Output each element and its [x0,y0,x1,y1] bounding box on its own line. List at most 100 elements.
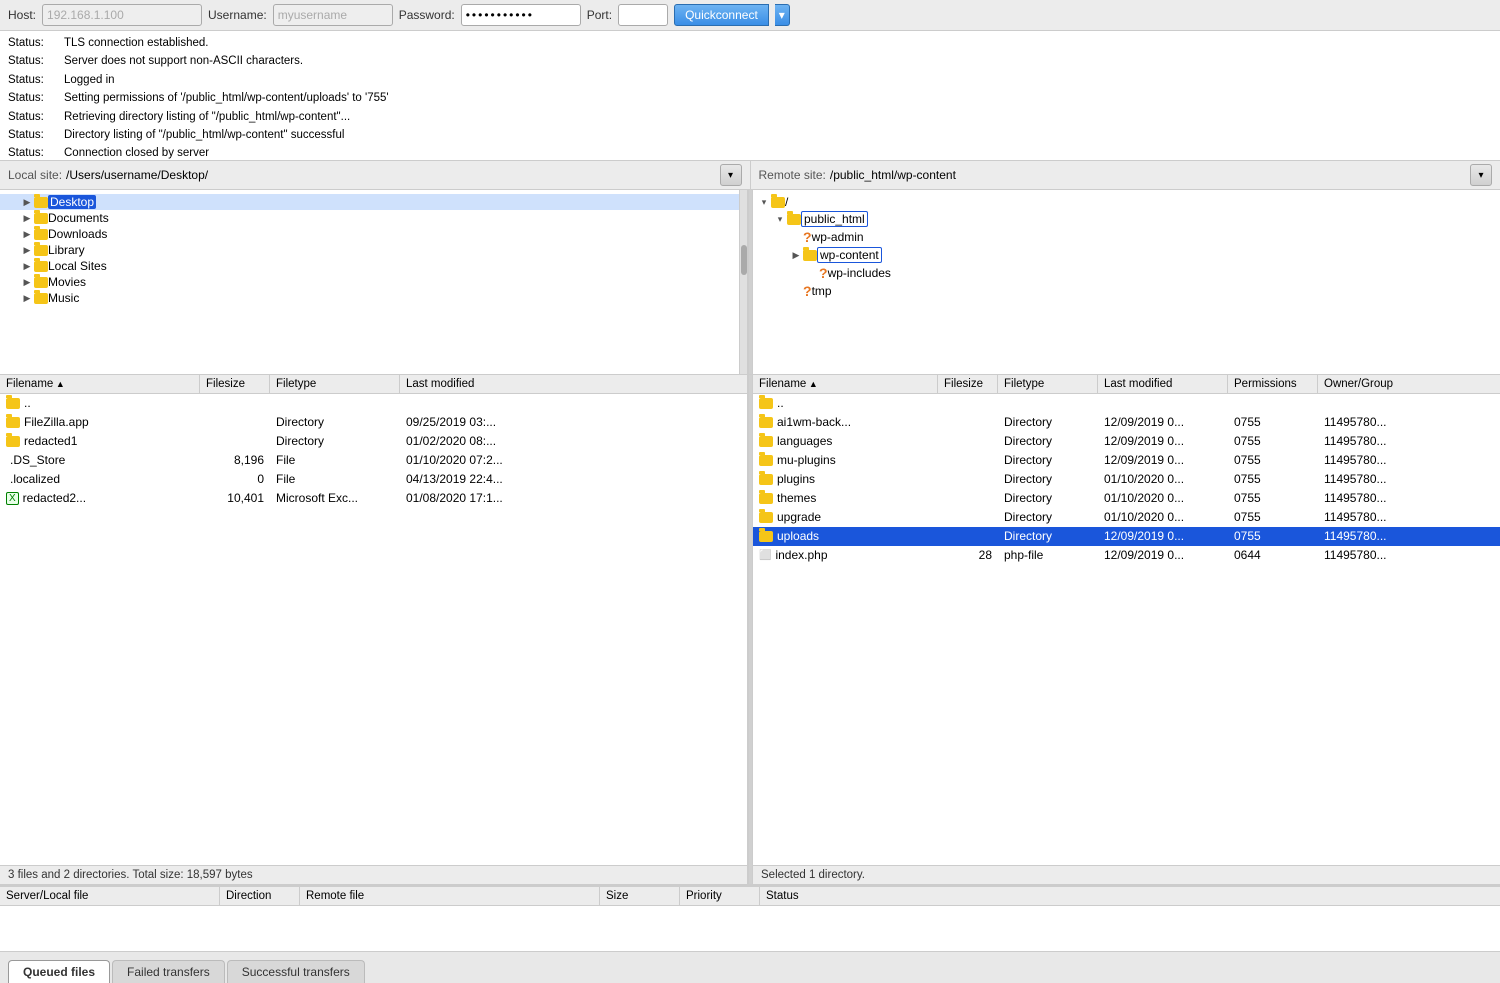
remote-filename-text: .. [777,396,784,410]
remote-tree-item[interactable]: ▾public_html [753,210,1500,228]
transfer-header-cell: Status [760,887,1500,905]
transfer-header-cell: Direction [220,887,300,905]
local-site-bar: Local site: /Users/username/Desktop/ ▾ [0,161,751,189]
local-tree-item[interactable]: ▶Downloads [0,226,747,242]
remote-file-header-cell[interactable]: Owner/Group [1318,375,1500,393]
remote-file-header-cell[interactable]: Last modified [1098,375,1228,393]
remote-tree-items: ▾/▾public_html?wp-admin▶wp-content?wp-in… [753,194,1500,300]
local-file-header-cell[interactable]: Filename [0,375,200,393]
remote-filename-text: index.php [775,548,827,562]
status-log: Status:TLS connection established.Status… [0,31,1500,161]
status-value: Setting permissions of '/public_html/wp-… [64,89,389,107]
filename-text: .localized [10,472,60,486]
local-file-row[interactable]: .. [0,394,747,413]
local-tree-item[interactable]: ▶Library [0,242,747,258]
status-key: Status: [8,126,56,144]
remote-file-cell-filesize: 28 [938,547,998,563]
local-file-header-cell[interactable]: Last modified [400,375,747,393]
folder-icon [34,261,48,272]
remote-site-label: Remote site: [759,168,826,182]
local-tree-item[interactable]: ▶Documents [0,210,747,226]
remote-tree-item-label: public_html [801,211,868,227]
tree-arrow: ▶ [20,293,34,304]
file-cell-filesize: 8,196 [200,452,270,468]
port-label: Port: [587,8,612,22]
local-tree-item[interactable]: ▶Movies [0,274,747,290]
remote-file-row[interactable]: .. [753,394,1500,413]
remote-file-cell-permissions: 0755 [1228,490,1318,506]
remote-file-header-cell[interactable]: Filetype [998,375,1098,393]
toolbar: Host: Username: Password: Port: Quickcon… [0,0,1500,31]
password-input[interactable] [461,4,581,26]
remote-file-row[interactable]: upgrade Directory 01/10/2020 0... 0755 1… [753,508,1500,527]
remote-filename-text: languages [777,434,832,448]
local-site-label: Local site: [8,168,62,182]
username-input[interactable] [273,4,393,26]
file-cell-filename: .. [0,395,200,411]
local-tree-items: ▶Desktop▶Documents▶Downloads▶Library▶Loc… [0,194,747,306]
remote-filename-text: ai1wm-back... [777,415,851,429]
remote-file-header-cell[interactable]: Filename [753,375,938,393]
file-cell-filename: redacted1 [0,433,200,449]
remote-file-cell-owner: 11495780... [1318,452,1500,468]
local-file-row[interactable]: .localized 0 File 04/13/2019 22:4... [0,470,747,489]
status-value: Directory listing of "/public_html/wp-co… [64,126,344,144]
local-tree-item[interactable]: ▶Local Sites [0,258,747,274]
remote-file-row[interactable]: languages Directory 12/09/2019 0... 0755… [753,432,1500,451]
remote-file-row[interactable]: themes Directory 01/10/2020 0... 0755 11… [753,489,1500,508]
folder-icon [787,214,801,225]
remote-file-row[interactable]: mu-plugins Directory 12/09/2019 0... 075… [753,451,1500,470]
local-file-row[interactable]: Xredacted2... 10,401 Microsoft Exc... 01… [0,489,747,508]
remote-file-header-cell[interactable]: Permissions [1228,375,1318,393]
folder-icon [6,436,20,447]
local-file-row[interactable]: FileZilla.app Directory 09/25/2019 03:..… [0,413,747,432]
remote-file-row[interactable]: ai1wm-back... Directory 12/09/2019 0... … [753,413,1500,432]
remote-file-cell-filetype: Directory [998,509,1098,525]
folder-icon [759,398,773,409]
quickconnect-button[interactable]: Quickconnect [674,4,769,26]
local-file-header-cell[interactable]: Filesize [200,375,270,393]
remote-tree-item[interactable]: ▾/ [753,194,1500,210]
remote-file-cell-filesize [938,497,998,499]
bottom-tab[interactable]: Successful transfers [227,960,365,983]
remote-file-cell-owner: 11495780... [1318,414,1500,430]
remote-tree-item[interactable]: ?wp-admin [753,228,1500,246]
remote-file-row[interactable]: uploads Directory 12/09/2019 0... 0755 1… [753,527,1500,546]
remote-site-dropdown[interactable]: ▾ [1470,164,1492,186]
remote-file-cell-filesize [938,478,998,480]
port-input[interactable] [618,4,668,26]
remote-file-cell-lastmod: 01/10/2020 0... [1098,509,1228,525]
remote-file-cell-filetype: Directory [998,414,1098,430]
tree-arrow: ▶ [20,197,34,208]
remote-file-row[interactable]: ⬜index.php 28 php-file 12/09/2019 0... 0… [753,546,1500,565]
local-file-header-cell[interactable]: Filetype [270,375,400,393]
remote-site-bar: Remote site: /public_html/wp-content ▾ [751,161,1500,189]
local-site-dropdown[interactable]: ▾ [720,164,742,186]
remote-tree-item[interactable]: ?tmp [753,282,1500,300]
quickconnect-dropdown-button[interactable]: ▾ [775,4,790,26]
local-file-row[interactable]: redacted1 Directory 01/02/2020 08:... [0,432,747,451]
remote-tree-item[interactable]: ?wp-includes [753,264,1500,282]
tree-arrow: ▶ [20,245,34,256]
bottom-tab[interactable]: Queued files [8,960,110,983]
remote-file-header-cell[interactable]: Filesize [938,375,998,393]
status-key: Status: [8,108,56,126]
tree-arrow: ▶ [20,277,34,288]
status-line: Status:Server does not support non-ASCII… [8,52,1492,70]
remote-file-cell-filename: themes [753,490,938,506]
remote-tree-item[interactable]: ▶wp-content [753,246,1500,264]
local-tree-item[interactable]: ▶Music [0,290,747,306]
remote-filename-text: uploads [777,529,819,543]
file-panels: FilenameFilesizeFiletypeLast modified ..… [0,375,1500,885]
local-tree-scrollbar[interactable] [739,190,747,374]
remote-file-row[interactable]: plugins Directory 01/10/2020 0... 0755 1… [753,470,1500,489]
remote-file-rows: .. ai1wm-back... Directory 12/09/2019 0.… [753,394,1500,865]
remote-file-cell-filetype: Directory [998,490,1098,506]
status-key: Status: [8,34,56,52]
bottom-tab[interactable]: Failed transfers [112,960,225,983]
local-file-row[interactable]: .DS_Store 8,196 File 01/10/2020 07:2... [0,451,747,470]
host-input[interactable] [42,4,202,26]
remote-file-cell-owner: 11495780... [1318,528,1500,544]
local-tree-item[interactable]: ▶Desktop [0,194,747,210]
remote-file-cell-permissions [1228,402,1318,404]
